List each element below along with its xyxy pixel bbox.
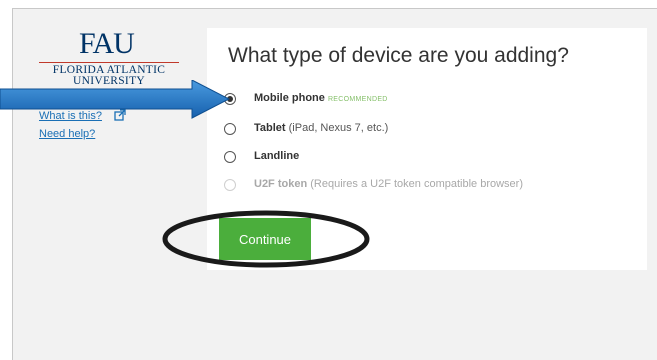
option-label: Landline (254, 150, 300, 162)
radio-u2f-token (224, 179, 236, 191)
logo-mark: FAU (79, 27, 135, 60)
fau-logo: FAU FLORIDA ATLANTIC UNIVERSITY (39, 27, 179, 87)
option-label: Tablet (254, 122, 286, 134)
option-detail: (Requires a U2F token compatible browser… (307, 178, 523, 190)
logo-rule (39, 62, 179, 63)
option-detail: (iPad, Nexus 7, etc.) (285, 122, 389, 134)
option-label: Mobile phone (254, 92, 325, 104)
highlight-oval (162, 210, 370, 268)
option-label: U2F token (254, 178, 308, 190)
arrow-right-icon (0, 80, 230, 119)
radio-landline[interactable] (224, 151, 236, 163)
page-title: What type of device are you adding? (228, 44, 569, 67)
radio-tablet[interactable] (224, 123, 236, 135)
recommended-badge: RECOMMENDED (327, 96, 388, 103)
need-help-link[interactable]: Need help? (39, 128, 95, 140)
